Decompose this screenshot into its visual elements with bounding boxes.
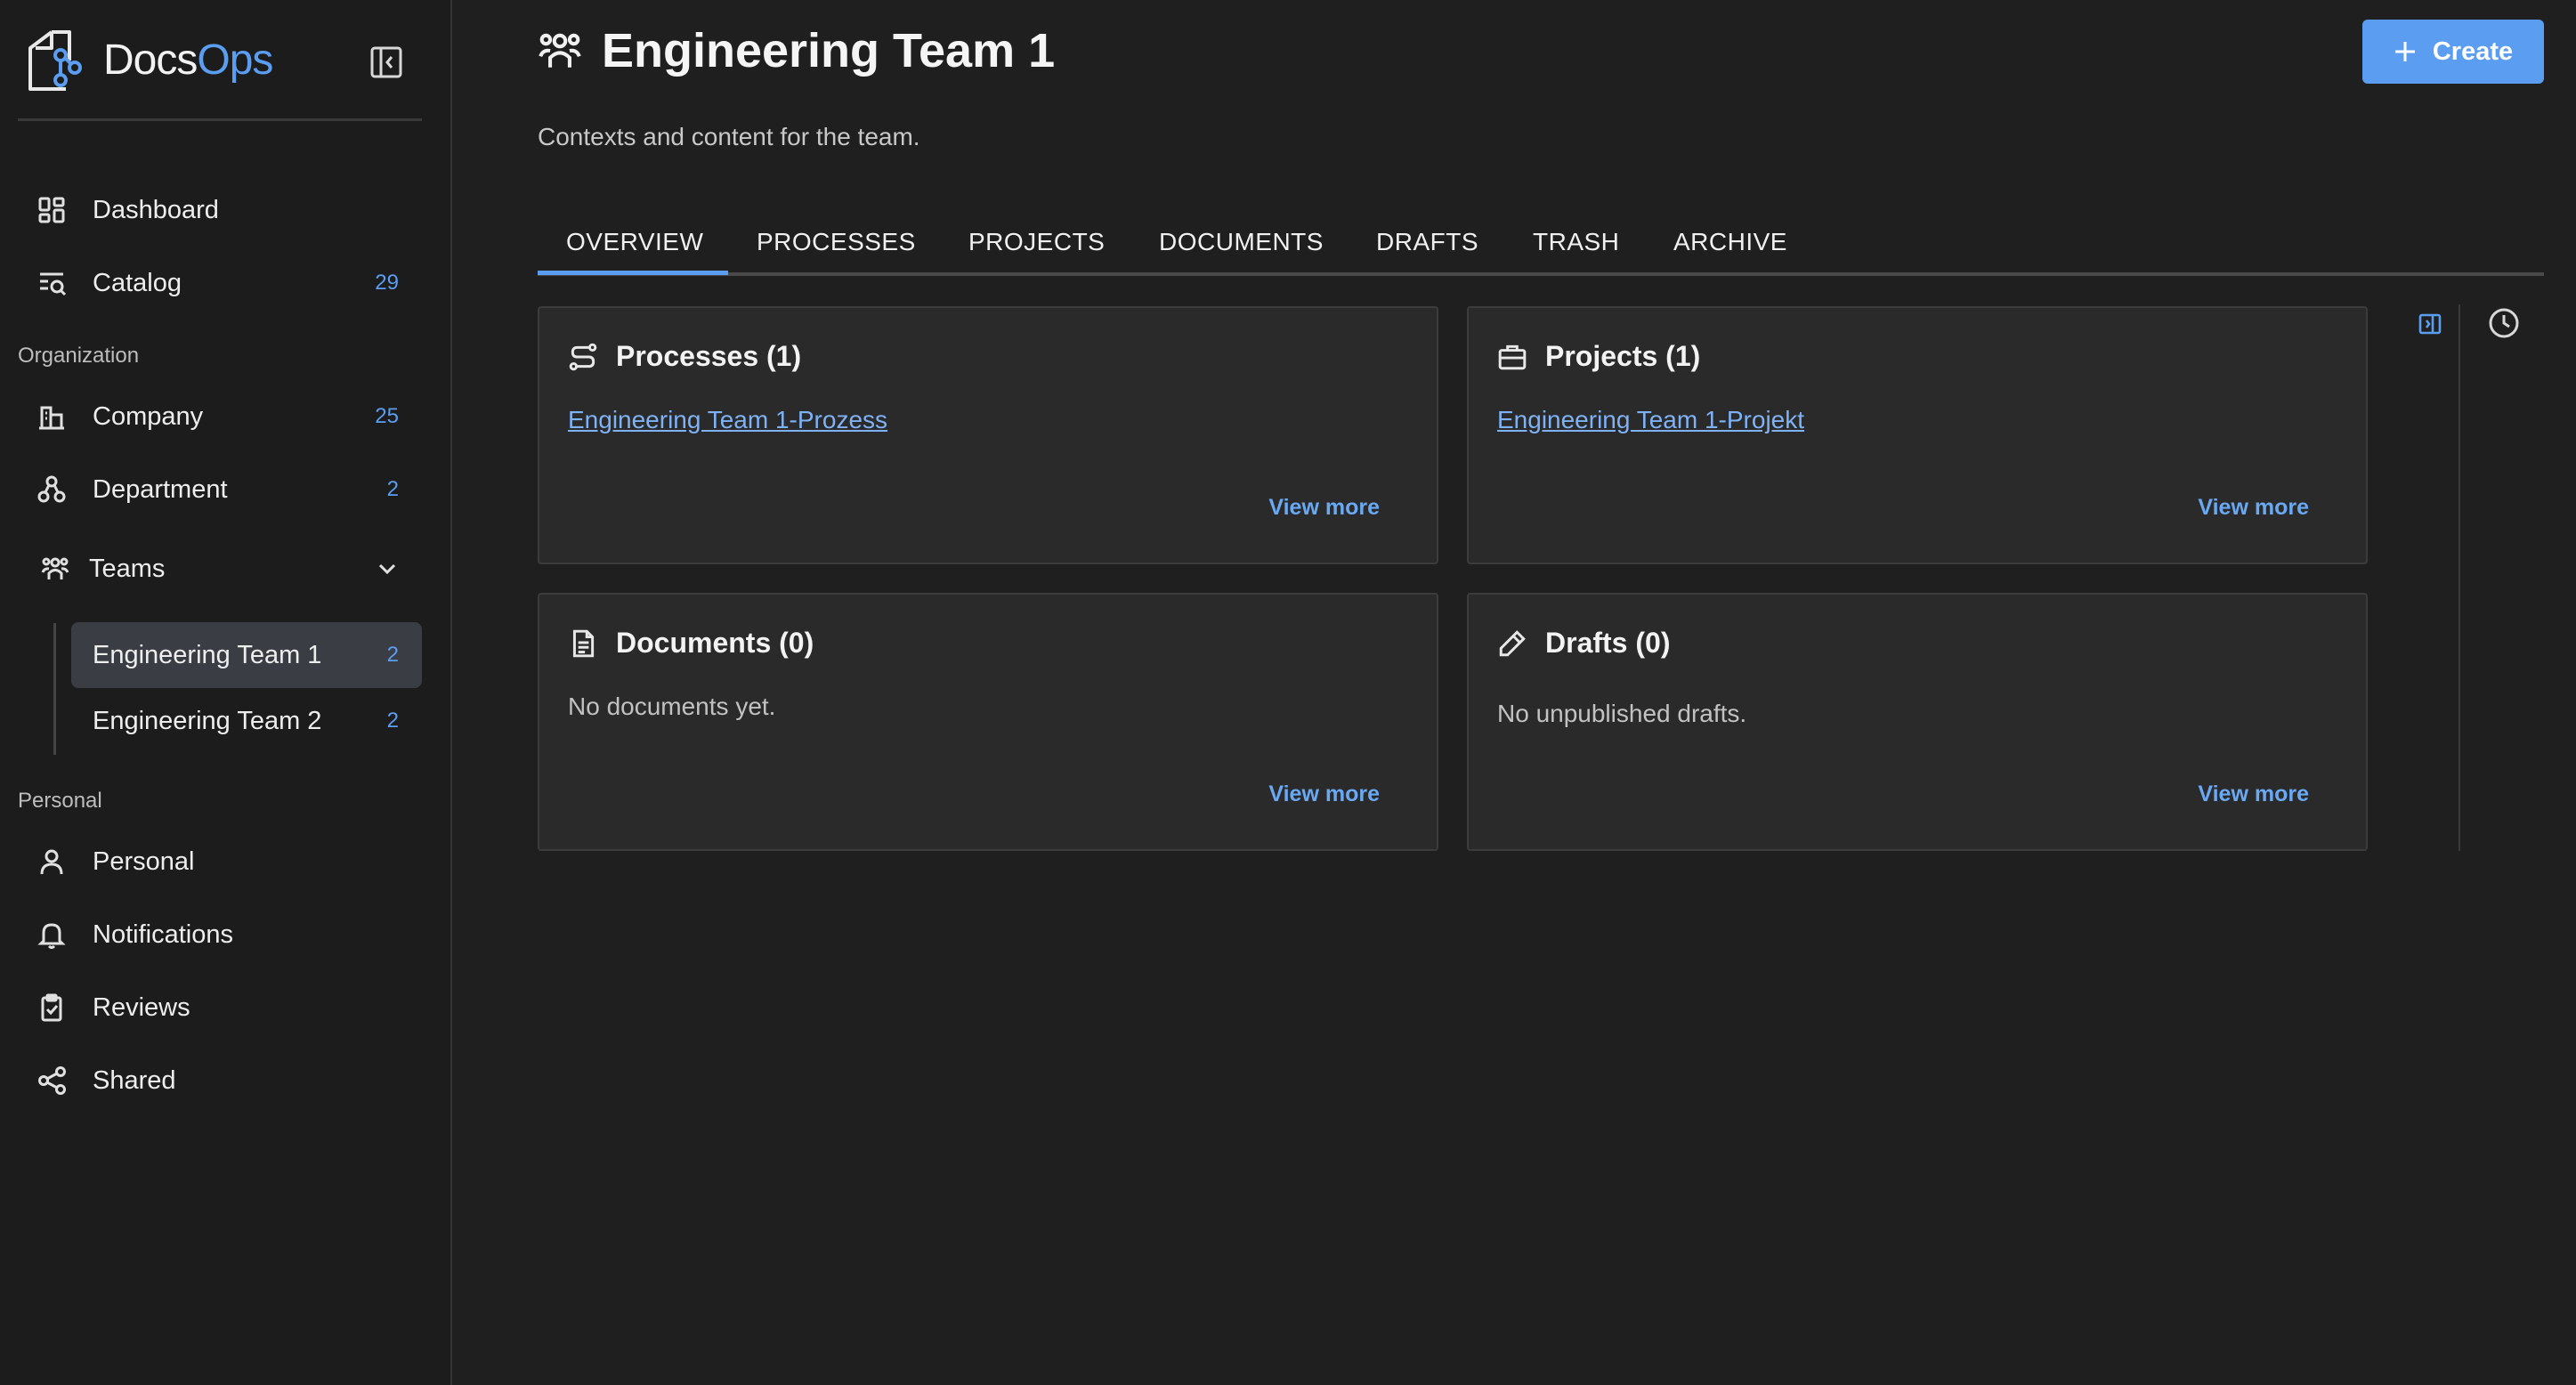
user-icon [27,844,80,879]
sidebar-item-label: Company [93,401,204,431]
plus-icon [2394,40,2417,63]
sidebar-item-label: Reviews [93,992,190,1022]
sidebar-item-company[interactable]: Company 25 [27,387,422,446]
page-title: Engineering Team 1 [602,24,1056,77]
sidebar-item-engineering-team-1[interactable]: Engineering Team 1 2 [71,622,422,688]
card-header: Drafts (0) [1497,627,1670,660]
active-tab-indicator [538,271,728,275]
teams-icon [27,551,80,587]
view-more-button[interactable]: View more [1268,782,1380,807]
briefcase-icon [1497,342,1527,372]
sidebar-item-reviews[interactable]: Reviews [27,978,422,1037]
section-label-personal: Personal [18,789,102,813]
chevron-down-icon[interactable] [376,557,399,580]
pencil-icon [1497,628,1527,659]
documents-card: Documents (0) No documents yet. View mor… [538,593,1438,851]
page-header: Engineering Team 1 [538,23,1055,78]
empty-state-text: No unpublished drafts. [1497,700,1747,727]
document-icon [568,628,598,659]
card-header: Processes (1) [568,340,801,373]
team-count-badge: 2 [386,643,399,667]
card-title: Projects (1) [1545,340,1701,372]
teams-tree-line [53,623,56,755]
card-title: Drafts (0) [1545,627,1671,659]
tab-drafts[interactable]: DRAFTS [1376,228,1478,256]
app-root: DocsOps Dashboard Catalog 29 Organizatio… [0,0,2576,1385]
teams-icon [538,28,582,73]
view-more-button[interactable]: View more [1268,495,1380,521]
sidebar-item-department[interactable]: Department 2 [27,460,422,519]
process-flow-icon [568,342,598,372]
panel-toggle-icon[interactable] [2418,312,2442,336]
sidebar-item-label: Notifications [93,919,233,949]
sidebar-item-notifications[interactable]: Notifications [27,905,422,964]
right-rail-divider [2459,304,2460,851]
brand-header: DocsOps [18,18,422,121]
card-header: Projects (1) [1497,340,1700,373]
brand-name: DocsOps [103,36,273,84]
create-button[interactable]: Create [2362,20,2544,84]
sidebar-item-label: Engineering Team 1 [93,640,322,669]
sidebar-item-dashboard[interactable]: Dashboard [27,181,422,239]
tab-documents[interactable]: DOCUMENTS [1159,228,1324,256]
sidebar-item-catalog[interactable]: Catalog 29 [27,254,422,312]
sidebar-item-label: Department [93,474,228,504]
projects-card: Projects (1) Engineering Team 1-Projekt … [1467,306,2368,564]
card-header: Documents (0) [568,627,814,660]
section-label-organization: Organization [18,344,140,368]
card-title: Processes (1) [616,340,802,372]
tab-overview[interactable]: OVERVIEW [566,228,703,256]
share-icon [27,1063,80,1098]
processes-card: Processes (1) Engineering Team 1-Prozess… [538,306,1438,564]
sidebar-item-label: Dashboard [93,195,219,224]
history-clock-icon[interactable] [2487,306,2521,340]
department-icon [27,472,80,507]
tab-bar: OVERVIEW PROCESSES PROJECTS DOCUMENTS DR… [538,221,2544,276]
bell-icon [27,917,80,952]
sidebar: DocsOps Dashboard Catalog 29 Organizatio… [0,0,452,1385]
sidebar-item-engineering-team-2[interactable]: Engineering Team 2 2 [71,688,422,754]
tab-projects[interactable]: PROJECTS [968,228,1105,256]
dashboard-icon [27,192,80,228]
sidebar-item-label: Personal [93,846,195,876]
tab-archive[interactable]: ARCHIVE [1673,228,1787,256]
view-more-button[interactable]: View more [2198,495,2309,521]
company-count-badge: 25 [375,404,399,428]
process-link[interactable]: Engineering Team 1-Prozess [568,406,887,434]
view-more-button[interactable]: View more [2198,782,2309,807]
empty-state-text: No documents yet. [568,692,776,720]
sidebar-item-label: Catalog [93,268,182,297]
card-title: Documents (0) [616,627,814,659]
docsops-logo-icon[interactable] [25,28,84,94]
team-count-badge: 2 [386,709,399,733]
page-subtitle: Contexts and content for the team. [538,123,920,150]
sidebar-item-label: Shared [93,1065,176,1095]
catalog-icon [27,265,80,301]
clipboard-check-icon [27,990,80,1025]
sidebar-item-label: Teams [89,554,166,583]
company-icon [27,399,80,434]
catalog-count-badge: 29 [375,271,399,295]
department-count-badge: 2 [386,477,399,501]
sidebar-item-personal[interactable]: Personal [27,832,422,891]
sidebar-item-shared[interactable]: Shared [27,1051,422,1110]
drafts-card: Drafts (0) No unpublished drafts. View m… [1467,593,2368,851]
tab-processes[interactable]: PROCESSES [757,228,916,256]
project-link[interactable]: Engineering Team 1-Projekt [1497,406,1804,434]
create-button-label: Create [2432,36,2514,66]
tab-trash[interactable]: TRASH [1533,228,1619,256]
sidebar-item-teams[interactable]: Teams [27,539,422,598]
sidebar-item-label: Engineering Team 2 [93,706,322,735]
sidebar-collapse-icon[interactable] [367,43,406,82]
